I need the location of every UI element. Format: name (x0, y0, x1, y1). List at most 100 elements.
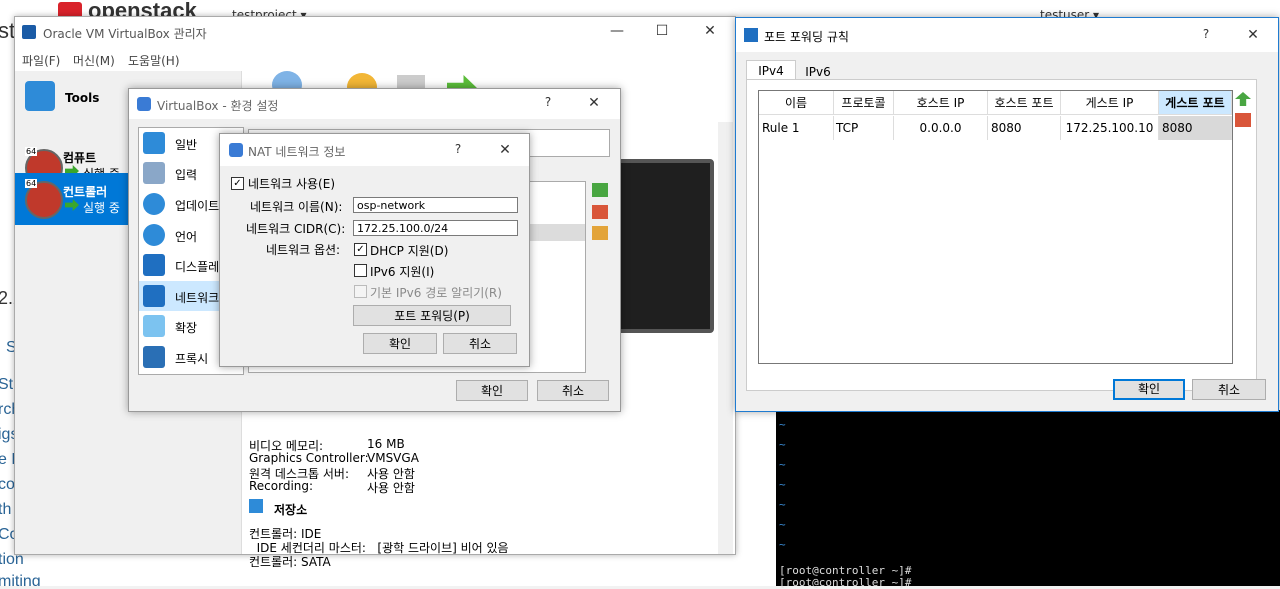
cell-guest-port[interactable]: 8080 (1159, 116, 1232, 140)
virtualbox-icon (22, 25, 36, 39)
category-label: 입력 (175, 168, 198, 182)
strip-fragment[interactable]: co (0, 476, 15, 494)
manager-menubar: 파일(F) 머신(M) 도움말(H) (15, 47, 735, 71)
enable-network-label: 네트워크 사용(E) (248, 177, 336, 191)
storage-icon (249, 499, 263, 513)
tools-icon (25, 81, 55, 111)
strip-fragment: st (0, 18, 16, 43)
header-guest-ip[interactable]: 게스트 IP (1061, 91, 1159, 115)
remove-rule-icon[interactable] (1235, 113, 1251, 127)
prefs-ok-button[interactable]: 확인 (456, 380, 528, 401)
header-guest-port[interactable]: 게스트 포트 (1159, 91, 1232, 115)
dhcp-label: DHCP 지원(D) (370, 244, 449, 258)
prefs-cancel-button[interactable]: 취소 (537, 380, 609, 401)
detail-key: Graphics Controller: (249, 451, 369, 465)
maximize-button[interactable]: ☐ (642, 23, 682, 39)
menu-file[interactable]: 파일(F) (22, 52, 60, 69)
storage-section-title[interactable]: 저장소 (274, 501, 307, 518)
cell-host-port[interactable]: 8080 (988, 116, 1061, 140)
ipv6-checkbox[interactable] (354, 264, 367, 277)
tilde-marker: ~ (779, 498, 786, 511)
pf-titlebar: 포트 포워딩 규칙 ? ✕ (736, 18, 1278, 52)
proxy-icon (143, 346, 165, 368)
strip-fragment[interactable]: St (0, 376, 13, 394)
edit-network-icon[interactable] (592, 226, 608, 240)
terminal-window[interactable]: ~ ~ ~ ~ ~ ~ ~ [root@controller ~]# [root… (776, 410, 1280, 589)
pf-ok-button[interactable]: 확인 (1113, 379, 1185, 400)
add-network-icon[interactable] (592, 183, 608, 197)
detail-value: 16 MB (367, 437, 405, 451)
minimize-button[interactable]: — (597, 23, 637, 39)
tab-ipv4[interactable]: IPv4 (746, 60, 796, 81)
browser-bottom-area (46, 553, 776, 586)
nat-ok-button[interactable]: 확인 (363, 333, 437, 354)
extension-icon (143, 315, 165, 337)
close-button[interactable]: ✕ (485, 142, 525, 158)
header-host-ip[interactable]: 호스트 IP (894, 91, 988, 115)
pf-tab-panel: 이름 프로토콜 호스트 IP 호스트 포트 게스트 IP 게스트 포트 Rule… (746, 79, 1257, 391)
pf-cancel-button[interactable]: 취소 (1192, 379, 1266, 400)
help-button[interactable]: ? (1186, 27, 1226, 41)
category-label: 언어 (175, 230, 198, 244)
category-label: 네트워크 (175, 291, 220, 305)
prefs-window-icon (137, 97, 151, 111)
globe-icon (143, 224, 165, 246)
network-icon (143, 285, 165, 307)
menu-help[interactable]: 도움말(H) (128, 52, 180, 69)
network-cidr-input[interactable]: 172.25.100.0/24 (353, 220, 518, 236)
header-name[interactable]: 이름 (759, 91, 834, 115)
vm-name: 컨트롤러 (63, 185, 108, 199)
strip-fragment[interactable]: th (0, 501, 11, 519)
nat-title: NAT 네트워크 정보 (248, 145, 346, 159)
category-label: 확장 (175, 321, 198, 335)
prefs-title: VirtualBox - 환경 설정 (157, 99, 279, 113)
vm-badge: 64 (25, 147, 38, 156)
tools-label: Tools (65, 91, 100, 105)
port-forwarding-button[interactable]: 포트 포워딩(P) (353, 305, 511, 326)
vm-badge: 64 (25, 179, 38, 188)
pf-title: 포트 포워딩 규칙 (764, 30, 849, 44)
detail-value: VMSVGA (367, 451, 419, 465)
category-label: 업데이트 (175, 199, 220, 213)
network-options-label: 네트워크 옵션: (266, 243, 341, 257)
detail-value: 사용 안함 (367, 481, 415, 495)
tilde-marker: ~ (779, 438, 786, 451)
nat-cancel-button[interactable]: 취소 (443, 333, 517, 354)
header-protocol[interactable]: 프로토콜 (834, 91, 894, 115)
cell-protocol[interactable]: TCP (834, 116, 894, 140)
rules-table[interactable]: 이름 프로토콜 호스트 IP 호스트 포트 게스트 IP 게스트 포트 Rule… (758, 90, 1233, 364)
header-host-port[interactable]: 호스트 포트 (988, 91, 1061, 115)
category-label: 프록시 (175, 352, 209, 366)
display-icon (143, 254, 165, 276)
network-name-input[interactable]: osp-network (353, 197, 518, 213)
network-cidr-label: 네트워크 CIDR(C): (246, 222, 346, 236)
running-arrow-icon (65, 199, 79, 211)
close-button[interactable]: ✕ (1233, 27, 1273, 43)
cell-guest-ip[interactable]: 172.25.100.10 (1061, 116, 1159, 140)
help-button[interactable]: ? (528, 95, 568, 109)
nat-window-icon (229, 143, 243, 157)
close-button[interactable]: ✕ (690, 23, 730, 39)
help-button[interactable]: ? (438, 142, 478, 156)
ipv6-route-checkbox[interactable] (354, 285, 367, 298)
vm-name: 컴퓨트 (63, 151, 97, 165)
enable-network-checkbox[interactable]: ✓ (231, 177, 244, 190)
ipv6-route-label: 기본 IPv6 경로 알리기(R) (370, 286, 502, 300)
ipv6-label: IPv6 지원(I) (370, 265, 435, 279)
cell-host-ip[interactable]: 0.0.0.0 (894, 116, 988, 140)
menu-machine[interactable]: 머신(M) (73, 52, 115, 69)
update-icon (143, 193, 165, 215)
remove-network-icon[interactable] (592, 205, 608, 219)
strip-fragment[interactable]: miting (0, 573, 41, 586)
details-scrollbar[interactable] (718, 122, 733, 554)
close-button[interactable]: ✕ (574, 95, 614, 111)
dhcp-checkbox[interactable]: ✓ (354, 243, 367, 256)
tilde-marker: ~ (779, 458, 786, 471)
port-forwarding-dialog: 포트 포워딩 규칙 ? ✕ IPv4 IPv6 이름 프로토콜 호스트 IP 호… (735, 17, 1279, 412)
cell-name[interactable]: Rule 1 (759, 116, 834, 140)
tilde-marker: ~ (779, 418, 786, 431)
category-label: 일반 (175, 138, 198, 152)
keyboard-icon (143, 162, 165, 184)
detail-key: Recording: (249, 479, 314, 493)
vm-status: 실행 중 (83, 201, 120, 215)
